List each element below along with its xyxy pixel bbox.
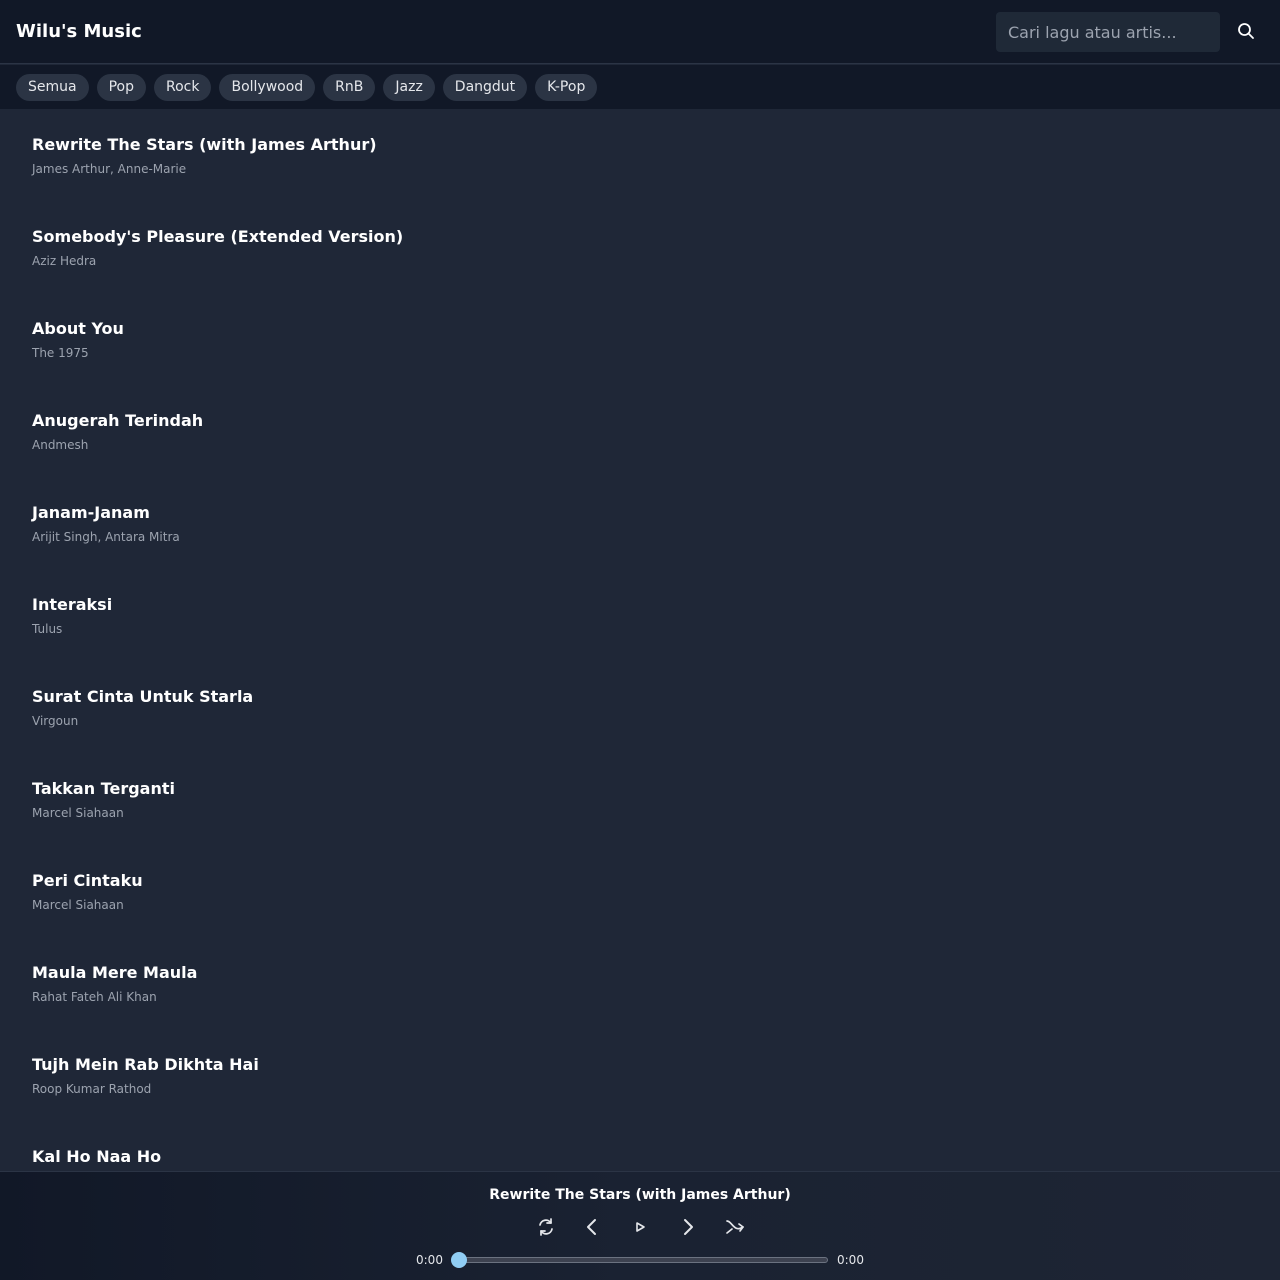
- header: Wilu's Music: [0, 0, 1280, 64]
- song-artist: Virgoun: [32, 714, 79, 728]
- genre-chip-semua[interactable]: Semua: [16, 73, 89, 101]
- song-artist: The 1975: [32, 346, 89, 360]
- song-artist: Andmesh: [32, 438, 89, 452]
- song-item[interactable]: Somebody's Pleasure (Extended Version) A…: [0, 201, 1280, 293]
- genre-chip-kpop[interactable]: K-Pop: [535, 73, 598, 101]
- song-title: Takkan Terganti: [32, 779, 175, 798]
- song-title: Tujh Mein Rab Dikhta Hai: [32, 1055, 259, 1074]
- repeat-button[interactable]: [534, 1216, 558, 1240]
- search-input[interactable]: [996, 12, 1220, 52]
- play-icon: [632, 1219, 648, 1238]
- song-artist: Tulus: [32, 622, 63, 636]
- song-item[interactable]: Kal Ho Naa Ho: [0, 1121, 1280, 1171]
- search-icon: [1237, 22, 1255, 43]
- song-title: Kal Ho Naa Ho: [32, 1147, 162, 1166]
- shuffle-icon: [724, 1217, 746, 1240]
- previous-button[interactable]: [580, 1216, 604, 1240]
- genre-chip-pop[interactable]: Pop: [96, 73, 146, 101]
- song-artist: James Arthur, Anne-Marie: [32, 162, 187, 176]
- genre-chip-bollywood[interactable]: Bollywood: [219, 73, 316, 101]
- search-button[interactable]: [1232, 18, 1260, 46]
- song-artist: Marcel Siahaan: [32, 898, 124, 912]
- song-title: Anugerah Terindah: [32, 411, 204, 430]
- genre-chip-dangdut[interactable]: Dangdut: [442, 73, 528, 101]
- song-artist: Rahat Fateh Ali Khan: [32, 990, 157, 1004]
- song-artist: Roop Kumar Rathod: [32, 1082, 152, 1096]
- genre-chip-jazz[interactable]: Jazz: [383, 73, 435, 101]
- song-item[interactable]: Interaksi Tulus: [0, 569, 1280, 661]
- current-time: 0:00: [416, 1253, 443, 1267]
- song-artist: Marcel Siahaan: [32, 806, 124, 820]
- song-title: Peri Cintaku: [32, 871, 143, 890]
- song-title: Janam-Janam: [32, 503, 150, 522]
- genre-chip-rnb[interactable]: RnB: [323, 73, 376, 101]
- song-title: Rewrite The Stars (with James Arthur): [32, 135, 377, 154]
- genre-filter-bar: Semua Pop Rock Bollywood RnB Jazz Dangdu…: [0, 65, 1280, 109]
- song-item[interactable]: About You The 1975: [0, 293, 1280, 385]
- next-icon: [678, 1217, 698, 1240]
- song-item[interactable]: Tujh Mein Rab Dikhta Hai Roop Kumar Rath…: [0, 1029, 1280, 1121]
- duration-time: 0:00: [837, 1253, 864, 1267]
- song-title: Somebody's Pleasure (Extended Version): [32, 227, 404, 246]
- song-list: Rewrite The Stars (with James Arthur) Ja…: [0, 109, 1280, 1171]
- progress-track[interactable]: [459, 1257, 828, 1263]
- play-button[interactable]: [628, 1216, 652, 1240]
- progress-thumb[interactable]: [451, 1252, 467, 1268]
- song-item[interactable]: Peri Cintaku Marcel Siahaan: [0, 845, 1280, 937]
- song-item[interactable]: Takkan Terganti Marcel Siahaan: [0, 753, 1280, 845]
- song-title: Interaksi: [32, 595, 113, 614]
- previous-icon: [582, 1217, 602, 1240]
- app-title: Wilu's Music: [16, 21, 142, 42]
- song-item[interactable]: Anugerah Terindah Andmesh: [0, 385, 1280, 477]
- song-item[interactable]: Rewrite The Stars (with James Arthur) Ja…: [0, 109, 1280, 201]
- song-artist: Arijit Singh, Antara Mitra: [32, 530, 180, 544]
- genre-chip-rock[interactable]: Rock: [154, 73, 212, 101]
- now-playing-title: Rewrite The Stars (with James Arthur): [489, 1187, 791, 1203]
- song-artist: Aziz Hedra: [32, 254, 97, 268]
- song-item[interactable]: Surat Cinta Untuk Starla Virgoun: [0, 661, 1280, 753]
- repeat-icon: [536, 1217, 556, 1240]
- song-item[interactable]: Maula Mere Maula Rahat Fateh Ali Khan: [0, 937, 1280, 1029]
- song-title: Maula Mere Maula: [32, 963, 198, 982]
- next-button[interactable]: [676, 1216, 700, 1240]
- song-item[interactable]: Janam-Janam Arijit Singh, Antara Mitra: [0, 477, 1280, 569]
- song-title: Surat Cinta Untuk Starla: [32, 687, 254, 706]
- player-bar: Rewrite The Stars (with James Arthur) 0:…: [0, 1171, 1280, 1280]
- shuffle-button[interactable]: [723, 1216, 747, 1240]
- song-title: About You: [32, 319, 124, 338]
